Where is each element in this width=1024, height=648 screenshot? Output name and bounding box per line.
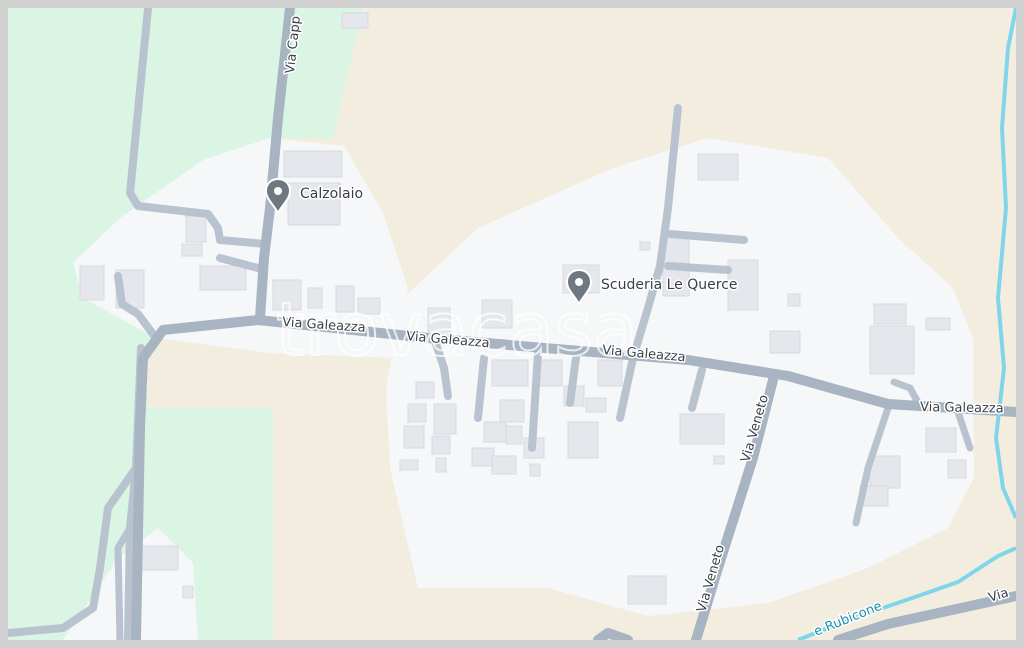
building [185,215,207,243]
building [713,455,725,465]
building [585,397,607,413]
road-label-via-galeazza: Via Galeazza [920,400,1004,416]
building [639,241,651,251]
building [627,575,667,605]
building [415,381,435,399]
building [873,303,907,325]
building [431,435,451,455]
building [697,153,739,181]
map-view[interactable]: trovacasa Via Capp Via Galeazza Via Gale… [8,8,1016,640]
building [491,455,517,475]
road-segment [664,262,732,274]
building [505,425,523,445]
building [787,293,801,307]
building [471,447,495,467]
building [567,421,599,459]
road-segment [216,236,270,248]
building [529,463,541,477]
building [137,545,179,571]
road-bottom-stub [593,628,633,640]
building [181,243,203,257]
building [79,265,105,301]
building [399,459,419,471]
map-canvas[interactable]: trovacasa Via Capp Via Galeazza Via Gale… [8,8,1016,640]
poi-label-calzolaio: Calzolaio [300,186,363,202]
building [925,427,957,453]
building [499,399,525,423]
building [679,413,725,445]
building [283,150,343,178]
building [199,265,247,291]
map-frame: trovacasa Via Capp Via Galeazza Via Gale… [0,0,1024,648]
building [403,425,425,449]
building [433,403,457,435]
building [407,403,427,423]
poi-label-scuderia-le-querce: Scuderia Le Querce [601,277,738,293]
building [869,325,915,375]
building [769,330,801,354]
building [435,457,447,473]
building [925,317,951,331]
building [341,12,369,29]
building [182,585,194,599]
building [483,421,507,443]
building [869,455,901,489]
building [947,459,967,479]
